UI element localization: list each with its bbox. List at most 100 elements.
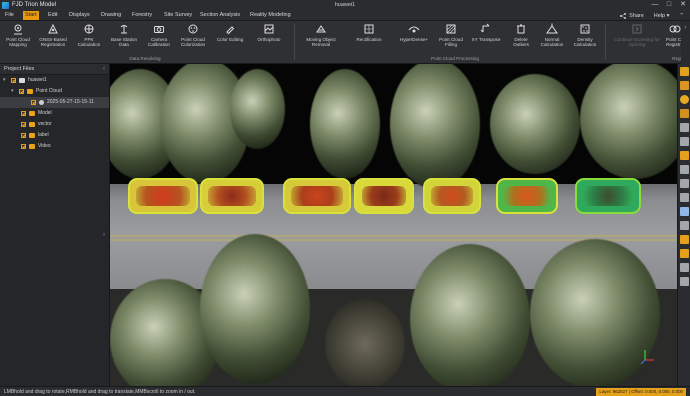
layer-icon[interactable]: [679, 235, 689, 244]
measure-icon[interactable]: [679, 151, 689, 160]
ribbon-label: HyperDense+: [399, 37, 429, 42]
checkbox[interactable]: [31, 100, 36, 105]
camera-calibration-button[interactable]: Camera Calibration: [141, 23, 177, 47]
visibility-icon[interactable]: [679, 193, 689, 202]
car: [283, 178, 351, 214]
minimize-button[interactable]: —: [648, 0, 662, 10]
ribbon-label: Point Cloud Filling: [439, 37, 463, 48]
tree-item-vector[interactable]: vector: [0, 119, 109, 130]
checkbox[interactable]: [21, 122, 26, 127]
menu-site-survey[interactable]: Site Survey: [162, 11, 194, 20]
project-icon: [19, 78, 25, 83]
menu-start[interactable]: Start: [23, 11, 39, 20]
menu-drawing[interactable]: Drawing: [99, 11, 123, 20]
screenshot-icon[interactable]: [679, 263, 689, 272]
density-calculation-button[interactable]: Density Calculation: [567, 23, 603, 47]
gnss-registration-button[interactable]: GNSS-Based Registration: [35, 23, 71, 47]
filling-icon: [446, 24, 456, 34]
folder-icon: [29, 133, 35, 138]
tree-item-video[interactable]: Video: [0, 141, 109, 152]
menu-displays[interactable]: Displays: [67, 11, 92, 20]
continue-scanning-button[interactable]: Continue Scanning for Splicing: [609, 23, 665, 47]
clip-icon[interactable]: [679, 249, 689, 258]
car: [423, 178, 481, 214]
delete-outliers-icon: [517, 24, 525, 34]
base-station-data-button[interactable]: Base Station Data: [106, 23, 142, 47]
settings-icon[interactable]: [679, 221, 689, 230]
point-cloud-viewport[interactable]: [110, 64, 677, 386]
ribbon-label: Point Cloud Mapping: [6, 37, 30, 48]
checkbox[interactable]: [21, 133, 26, 138]
ribbon-label: Point Cloud Colorization: [180, 37, 206, 48]
continue-scan-icon: [632, 24, 642, 34]
tree: [230, 69, 285, 149]
group-label-data-resolving: Data Resolving: [129, 56, 161, 61]
tree-item-project[interactable]: ▾ huawei1: [0, 75, 109, 86]
panel-header: Project Files ‹: [0, 64, 109, 75]
grid-icon[interactable]: [679, 179, 689, 188]
help-menu[interactable]: Help ▾: [654, 13, 670, 19]
tree-item-label[interactable]: label: [0, 130, 109, 141]
rectification-icon: [364, 24, 374, 34]
base-station-icon: [120, 25, 128, 34]
more-tools-icon[interactable]: [679, 277, 689, 286]
color-editing-button[interactable]: Color Editing: [212, 23, 248, 42]
view-front-icon[interactable]: [679, 81, 689, 90]
colorize-icon: [188, 24, 198, 34]
camera-icon: [154, 26, 164, 33]
moving-object-removal-button[interactable]: Moving Object Removal: [300, 23, 342, 47]
caret-down-icon[interactable]: ▾: [3, 75, 6, 86]
xy-transpose-button[interactable]: XY Transpose: [468, 23, 504, 42]
menu-file[interactable]: File: [3, 11, 16, 20]
menu-section-analysis[interactable]: Section Analysis: [198, 11, 242, 20]
folder-icon: [29, 111, 35, 116]
collapse-ribbon-icon[interactable]: ⌃: [679, 13, 684, 19]
menu-forestry[interactable]: Forestry: [130, 11, 154, 20]
checkbox[interactable]: [21, 111, 26, 116]
tree-label: 2025-05-27-15-15-11: [47, 99, 94, 105]
maximize-button[interactable]: □: [662, 0, 676, 10]
right-toolbar: [677, 64, 690, 386]
fit-view-icon[interactable]: [679, 123, 689, 132]
projection-icon[interactable]: [679, 137, 689, 146]
panel-splitter-icon[interactable]: ›: [103, 232, 105, 238]
folder-icon: [29, 144, 35, 149]
point-cloud-icon: [39, 100, 44, 105]
folder-icon: [29, 122, 35, 127]
status-hint: LMBhold and drag to rotate,RMBhold and d…: [4, 389, 196, 395]
project-files-panel: Project Files ‹ ▾ huawei1 ▾ Point Cloud …: [0, 64, 110, 386]
ribbon-scroll-right-icon[interactable]: ›: [681, 21, 690, 64]
share-button[interactable]: Share: [620, 12, 644, 19]
hyperdense-button[interactable]: HyperDense+: [396, 23, 432, 42]
ppk-calculation-button[interactable]: PPK Calculation: [71, 23, 107, 47]
close-button[interactable]: ✕: [676, 0, 690, 10]
color-edit-icon: [226, 26, 235, 35]
orthophoto-button[interactable]: Orthophoto: [251, 23, 287, 42]
view-iso-icon[interactable]: [679, 95, 689, 104]
menu-edit[interactable]: Edit: [46, 11, 59, 20]
view-top-icon[interactable]: [679, 67, 689, 76]
point-cloud-mapping-button[interactable]: Point Cloud Mapping: [0, 23, 36, 47]
checkbox[interactable]: [21, 144, 26, 149]
tree-item-scan[interactable]: 2025-05-27-15-15-11: [0, 97, 109, 108]
checkbox[interactable]: [19, 89, 24, 94]
lock-icon[interactable]: [679, 165, 689, 174]
tree-item-point-cloud[interactable]: ▾ Point Cloud: [0, 86, 109, 97]
checkbox[interactable]: [11, 78, 16, 83]
ppk-icon: [84, 24, 94, 34]
point-cloud-filling-button[interactable]: Point Cloud Filling: [433, 23, 469, 47]
ribbon-label: Color Editing: [216, 37, 244, 42]
transpose-icon: [480, 23, 490, 33]
view-side-icon[interactable]: [679, 109, 689, 118]
menu-reality-modeling[interactable]: Reality Modeling: [248, 11, 293, 20]
tree-item-model[interactable]: Model: [0, 108, 109, 119]
caret-down-icon[interactable]: ▾: [11, 86, 14, 97]
point-cloud-colorization-button[interactable]: Point Cloud Colorization: [175, 23, 211, 47]
panel-collapse-icon[interactable]: ‹: [103, 64, 105, 75]
share-icon: [620, 12, 627, 19]
menu-bar: File Start Edit Displays Drawing Forestr…: [0, 10, 690, 21]
rectification-button[interactable]: Rectification: [351, 23, 387, 42]
ribbon-label: Orthophoto: [257, 37, 281, 42]
normal-calculation-button[interactable]: Normal Calculation: [534, 23, 570, 47]
color-mode-icon[interactable]: [679, 207, 689, 216]
